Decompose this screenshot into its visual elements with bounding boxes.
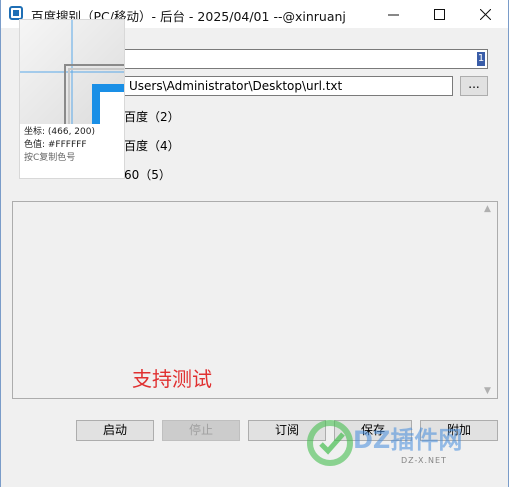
watermark-logo-icon bbox=[307, 420, 353, 466]
text-caret: 1 bbox=[477, 52, 485, 66]
close-icon bbox=[479, 8, 491, 21]
watermark-subtext: DZ-X.NET bbox=[401, 456, 447, 465]
option-item-1[interactable]: 百度（2） bbox=[124, 108, 180, 125]
watermark-text: DZ插件网 bbox=[353, 426, 463, 454]
magnifier-color-value: 色值: #FFFFFF bbox=[24, 140, 87, 150]
maximize-button[interactable] bbox=[416, 0, 462, 28]
magnifier-info: 坐标: (466, 200) 色值: #FFFFFF 按C复制色号 bbox=[24, 126, 95, 165]
app-icon bbox=[9, 6, 23, 20]
option-item-2[interactable]: 百度（4） bbox=[124, 137, 180, 154]
overlay-caption: 支持测试 bbox=[132, 367, 212, 391]
scroll-up-icon[interactable]: ▲ bbox=[484, 204, 491, 214]
output-textarea[interactable]: ▲ ▼ bbox=[12, 201, 498, 399]
stop-button[interactable]: 停止 bbox=[162, 420, 240, 441]
minimize-icon bbox=[387, 14, 399, 16]
start-button[interactable]: 启动 bbox=[76, 420, 154, 441]
file-path-input[interactable]: Users\Administrator\Desktop\url.txt bbox=[124, 76, 453, 96]
magnifier-coordinates: 坐标: (466, 200) bbox=[24, 127, 95, 137]
scroll-down-icon[interactable]: ▼ bbox=[484, 386, 491, 396]
close-button[interactable] bbox=[462, 0, 508, 28]
magnifier-view bbox=[20, 20, 124, 124]
browse-button[interactable]: ... bbox=[460, 76, 488, 96]
magnifier-hint: 按C复制色号 bbox=[24, 153, 76, 163]
magnifier-crosshair-icon bbox=[20, 20, 124, 124]
vertical-scrollbar[interactable]: ▲ ▼ bbox=[480, 202, 497, 398]
watermark: DZ插件网 DZ-X.NET bbox=[301, 412, 501, 472]
file-path-value: Users\Administrator\Desktop\url.txt bbox=[129, 79, 343, 93]
app-window: 百度搜别（PC/移动）- 后台 - 2025/04/01 --@xinruanj… bbox=[0, 0, 509, 487]
minimize-button[interactable] bbox=[370, 0, 416, 28]
color-picker-magnifier: 坐标: (466, 200) 色值: #FFFFFF 按C复制色号 bbox=[20, 20, 124, 178]
option-item-3[interactable]: 60（5） bbox=[124, 166, 171, 183]
maximize-icon bbox=[433, 9, 445, 20]
keyword-input[interactable]: 1 bbox=[124, 49, 488, 69]
